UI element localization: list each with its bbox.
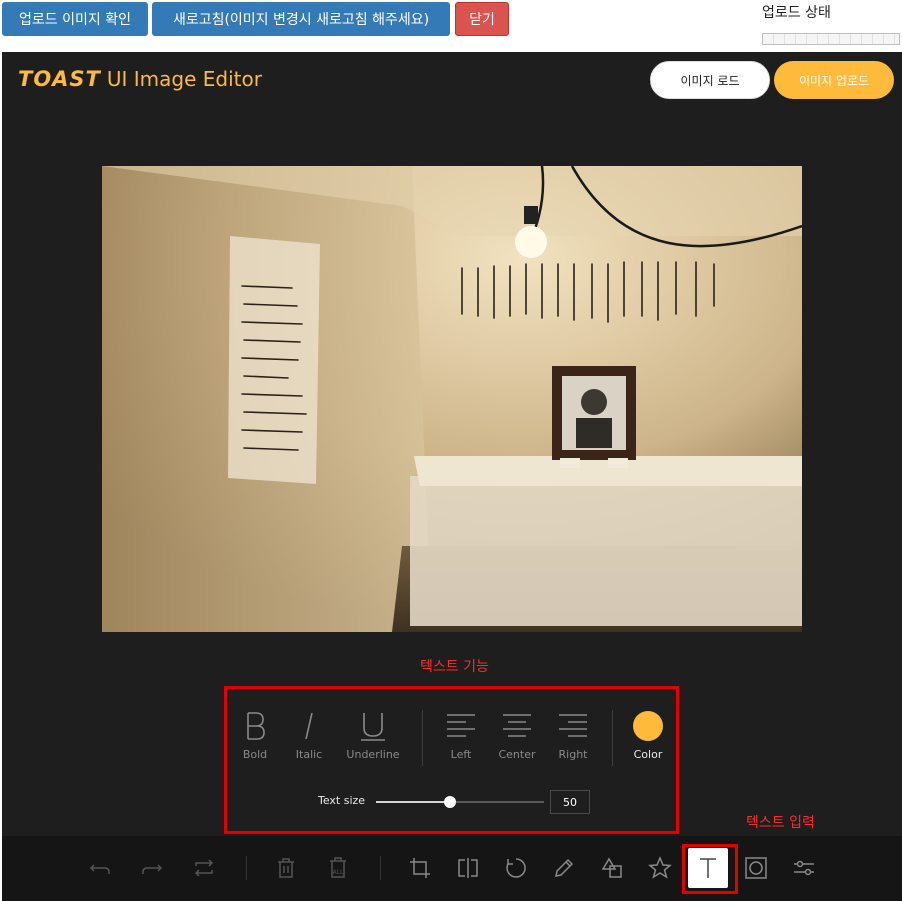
align-center-tool[interactable]: Center xyxy=(497,710,537,761)
delete-icon xyxy=(278,858,294,878)
annotation-box-text-button xyxy=(682,844,738,894)
align-right-tool[interactable]: Right xyxy=(556,710,590,761)
menu-separator xyxy=(246,856,247,880)
align-left-label: Left xyxy=(450,748,472,761)
menu-separator xyxy=(380,856,381,880)
filter-icon xyxy=(794,860,814,876)
underline-tool[interactable]: Underline xyxy=(344,710,402,761)
star-icon xyxy=(648,856,672,879)
load-image-button[interactable]: 이미지 로드 xyxy=(650,61,770,99)
poem-scroll-left xyxy=(228,236,320,484)
italic-label: Italic xyxy=(295,748,323,761)
editor-logo: TOAST UI Image Editor xyxy=(18,66,262,92)
flip-button[interactable] xyxy=(450,850,486,886)
undo-button[interactable] xyxy=(82,850,118,886)
color-label: Color xyxy=(633,748,663,761)
filter-button[interactable] xyxy=(786,850,822,886)
logo-product: UI Image Editor xyxy=(106,67,262,91)
delete-all-text: ALL xyxy=(333,869,344,876)
color-tool[interactable]: Color xyxy=(630,710,666,761)
portrait-stand xyxy=(608,458,628,468)
reset-icon xyxy=(194,859,214,877)
text-size-input[interactable]: 50 xyxy=(550,790,590,814)
confirm-upload-image-button[interactable]: 업로드 이미지 확인 xyxy=(2,2,148,36)
portrait-body xyxy=(576,418,612,448)
text-size-slider[interactable] xyxy=(376,796,544,808)
align-center-icon xyxy=(503,714,531,737)
panel-separator xyxy=(612,710,613,766)
rotate-button[interactable] xyxy=(498,850,534,886)
text-size-label: Text size xyxy=(318,794,366,807)
mask-button[interactable] xyxy=(738,850,774,886)
align-center-label: Center xyxy=(498,748,536,761)
italic-tool[interactable]: Italic xyxy=(292,710,326,761)
color-swatch-icon xyxy=(633,711,663,741)
light-bulb xyxy=(515,226,547,258)
underline-icon xyxy=(361,713,385,741)
annotation-text-feature: 텍스트 기능 xyxy=(420,659,489,675)
redo-icon xyxy=(142,864,163,874)
bulb-socket xyxy=(524,206,538,224)
crop-button[interactable] xyxy=(402,850,438,886)
portrait-head xyxy=(581,389,607,415)
editor-menu-bar: ALL xyxy=(2,836,902,901)
panel-separator xyxy=(422,710,423,766)
upload-status-label: 업로드 상태 xyxy=(762,5,831,21)
logo-brand: TOAST xyxy=(18,67,101,91)
upload-image-button[interactable]: 이미지 업로드 xyxy=(774,61,894,99)
upload-progress-bar xyxy=(762,33,900,45)
align-right-label: Right xyxy=(558,748,588,761)
annotation-text-input: 텍스트 입력 xyxy=(746,815,815,831)
bold-label: Bold xyxy=(242,748,268,761)
image-editor: TOAST UI Image Editor 이미지 로드 이미지 업로드 텍스트… xyxy=(2,52,902,901)
undo-icon xyxy=(89,864,110,874)
text-size-slider-thumb[interactable] xyxy=(443,796,456,808)
lower-wall-panel xyxy=(410,476,802,626)
align-left-tool[interactable]: Left xyxy=(446,710,476,761)
italic-icon xyxy=(305,712,313,740)
align-right-icon xyxy=(559,714,587,737)
text-size-slider-fill xyxy=(376,801,450,803)
refresh-button[interactable]: 새로고침(이미지 변경시 새로고침 해주세요) xyxy=(152,2,450,36)
flip-icon xyxy=(458,858,478,878)
align-left-icon xyxy=(447,714,475,737)
draw-button[interactable] xyxy=(546,850,582,886)
top-bar: 업로드 이미지 확인 새로고침(이미지 변경시 새로고침 해주세요) 닫기 업로… xyxy=(0,0,902,52)
delete-all-icon: ALL xyxy=(330,857,346,878)
crop-icon xyxy=(410,858,430,878)
underline-label: Underline xyxy=(346,748,400,761)
bold-tool[interactable]: Bold xyxy=(240,710,270,761)
redo-button[interactable] xyxy=(134,850,170,886)
delete-all-button[interactable]: ALL xyxy=(320,850,356,886)
mask-icon xyxy=(745,857,767,879)
portrait-stand xyxy=(560,458,580,468)
delete-button[interactable] xyxy=(268,850,304,886)
draw-icon xyxy=(555,858,574,877)
shape-button[interactable] xyxy=(594,850,630,886)
shape-icon xyxy=(601,857,622,878)
reset-button[interactable] xyxy=(186,850,222,886)
editor-canvas-image[interactable] xyxy=(102,166,802,632)
bold-icon xyxy=(247,712,265,740)
close-button[interactable]: 닫기 xyxy=(455,2,509,36)
icon-button[interactable] xyxy=(642,850,678,886)
rotate-icon xyxy=(506,858,526,878)
